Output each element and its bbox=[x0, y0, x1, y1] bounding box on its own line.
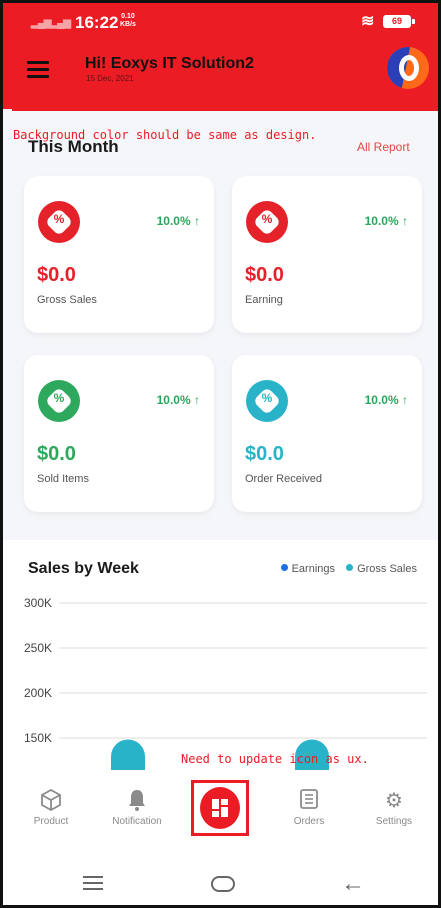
dashboard-button[interactable] bbox=[200, 787, 240, 829]
system-nav-bar: ← bbox=[3, 852, 438, 905]
header-date: 15 Dec, 2021 bbox=[86, 74, 134, 83]
cube-icon bbox=[16, 788, 86, 814]
stat-value: $0.0 bbox=[37, 443, 76, 465]
stat-card-order-received[interactable]: % 10.0% ↑ $0.0 Order Received bbox=[232, 355, 422, 512]
network-speed: 0.10 KB/s bbox=[120, 13, 136, 29]
app-header: ▂▄▆▂▄▆ 16:22 0.10 KB/s ≋ 69 Hi! Eoxys IT … bbox=[3, 3, 438, 109]
stat-label: Order Received bbox=[245, 473, 323, 485]
stat-value: $0.0 bbox=[245, 443, 284, 465]
speed-unit: KB/s bbox=[120, 21, 136, 28]
stat-label: Sold Items bbox=[37, 473, 89, 485]
bottom-nav: Product Notification Orders ⚙ Settings bbox=[3, 770, 438, 852]
stat-label: Gross Sales bbox=[37, 294, 97, 306]
signal-icon: ▂▄▆▂▄▆ bbox=[31, 18, 71, 29]
stat-value: $0.0 bbox=[245, 264, 284, 286]
legend-item-earnings: Earnings bbox=[280, 563, 335, 575]
arrow-up-icon: ↑ bbox=[194, 393, 200, 407]
arrow-up-icon: ↑ bbox=[402, 214, 408, 228]
brand-logo[interactable] bbox=[387, 47, 429, 89]
nav-notification[interactable]: Notification bbox=[102, 788, 172, 827]
stat-change: 10.0% ↑ bbox=[364, 214, 408, 228]
bell-icon bbox=[102, 788, 172, 814]
menu-icon[interactable] bbox=[27, 61, 49, 79]
status-time: 16:22 bbox=[75, 13, 119, 32]
back-arrow-icon[interactable]: ← bbox=[341, 870, 365, 898]
dashboard-annotation-box bbox=[191, 780, 249, 836]
wifi-icon: ≋ bbox=[361, 13, 375, 30]
stat-label: Earning bbox=[245, 294, 283, 306]
stat-card-sold-items[interactable]: % 10.0% ↑ $0.0 Sold Items bbox=[24, 355, 214, 512]
greeting-title: Hi! Eoxys IT Solution2 bbox=[85, 55, 254, 72]
stat-value: $0.0 bbox=[37, 264, 76, 286]
recent-apps-icon[interactable] bbox=[83, 876, 103, 894]
nav-label: Settings bbox=[375, 816, 413, 827]
stat-change: 10.0% ↑ bbox=[156, 214, 200, 228]
chart-legend: Earnings Gross Sales bbox=[273, 563, 417, 575]
y-tick-label: 150K bbox=[24, 731, 52, 745]
speed-value: 0.10 bbox=[121, 13, 135, 20]
y-tick-label: 200K bbox=[24, 686, 52, 700]
y-tick-label: 300K bbox=[24, 596, 52, 610]
nav-label: Orders bbox=[293, 816, 325, 827]
percent-badge-icon: % bbox=[38, 380, 80, 422]
list-icon bbox=[274, 788, 344, 814]
status-bar: ▂▄▆▂▄▆ 16:22 0.10 KB/s ≋ 69 bbox=[31, 11, 421, 33]
header-annotation-box bbox=[12, 95, 438, 111]
percent-badge-icon: % bbox=[38, 201, 80, 243]
y-tick-label: 250K bbox=[24, 641, 52, 655]
gear-icon: ⚙ bbox=[385, 790, 403, 812]
nav-label: Notification bbox=[112, 816, 162, 827]
nav-product[interactable]: Product bbox=[16, 788, 86, 827]
this-month-title: This Month bbox=[28, 137, 119, 156]
nav-label: Product bbox=[33, 816, 69, 827]
home-icon[interactable] bbox=[211, 876, 235, 892]
stat-card-gross-sales[interactable]: % 10.0% ↑ $0.0 Gross Sales bbox=[24, 176, 214, 333]
stat-change: 10.0% ↑ bbox=[156, 393, 200, 407]
arrow-up-icon: ↑ bbox=[402, 393, 408, 407]
sales-by-week-chart: Sales by Week Earnings Gross Sales 300K 2… bbox=[3, 540, 438, 770]
chart-title: Sales by Week bbox=[28, 560, 139, 577]
chart-bar bbox=[111, 739, 145, 770]
percent-badge-icon: % bbox=[246, 380, 288, 422]
chart-plot: 300K 250K 200K 150K bbox=[24, 596, 427, 770]
percent-badge-icon: % bbox=[246, 201, 288, 243]
arrow-up-icon: ↑ bbox=[194, 214, 200, 228]
legend-item-gross-sales: Gross Sales bbox=[346, 563, 417, 575]
stat-card-earning[interactable]: % 10.0% ↑ $0.0 Earning bbox=[232, 176, 422, 333]
app-frame: ▂▄▆▂▄▆ 16:22 0.10 KB/s ≋ 69 Hi! Eoxys IT … bbox=[0, 0, 441, 908]
nav-settings[interactable]: ⚙ Settings bbox=[359, 788, 429, 827]
nav-orders[interactable]: Orders bbox=[274, 788, 344, 827]
battery-icon: 69 bbox=[383, 15, 415, 28]
stat-change: 10.0% ↑ bbox=[364, 393, 408, 407]
icon-annotation-note: Need to update icon as ux. bbox=[181, 752, 369, 766]
all-report-link[interactable]: All Report bbox=[357, 140, 410, 154]
